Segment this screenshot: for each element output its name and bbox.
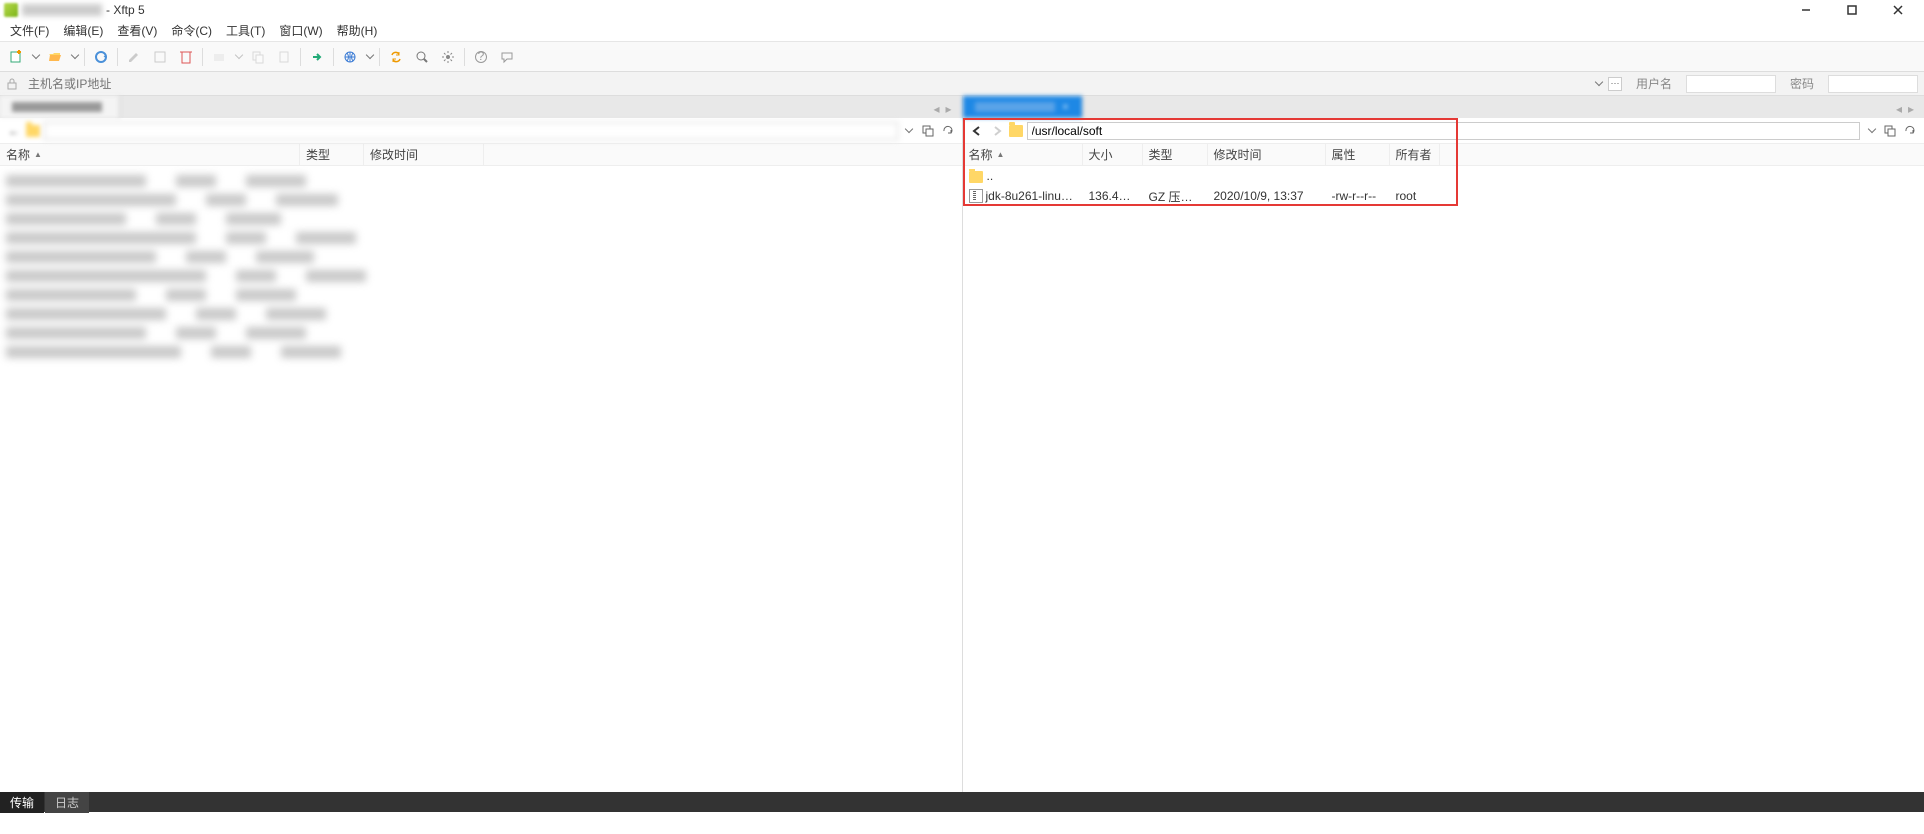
- menu-view[interactable]: 查看(V): [117, 22, 157, 39]
- password-label: 密码: [1782, 75, 1822, 92]
- status-tab-log[interactable]: 日志: [45, 792, 89, 813]
- local-file-list[interactable]: [0, 166, 962, 792]
- menubar: 文件(F) 编辑(E) 查看(V) 命令(C) 工具(T) 窗口(W) 帮助(H…: [0, 20, 1924, 42]
- username-input[interactable]: [1686, 75, 1776, 93]
- remote-col-attr[interactable]: 属性: [1326, 144, 1390, 165]
- remote-new-window-button[interactable]: [1882, 123, 1898, 139]
- remote-col-size[interactable]: 大小: [1083, 144, 1143, 165]
- tab-scroll-right[interactable]: ▸: [1908, 102, 1918, 112]
- local-tab[interactable]: [0, 96, 120, 118]
- tab-scroll-right[interactable]: ▸: [946, 102, 956, 112]
- local-new-window-button[interactable]: [920, 123, 936, 139]
- sync-button[interactable]: [386, 47, 406, 67]
- remote-col-mod[interactable]: 修改时间: [1208, 144, 1326, 165]
- session-name-blurred: [22, 4, 102, 16]
- help-button[interactable]: ?: [471, 47, 491, 67]
- properties-button[interactable]: [150, 47, 170, 67]
- remote-col-type[interactable]: 类型: [1143, 144, 1208, 165]
- remote-refresh-button[interactable]: [1902, 123, 1918, 139]
- host-dropdown[interactable]: [1595, 78, 1603, 86]
- local-pane: ◂ ▸ ← 名称▲ 类型 修改时间: [0, 96, 963, 792]
- remote-file-list[interactable]: .. jdk-8u261-linux-x64... 136.48MB GZ 压缩…: [963, 166, 1924, 792]
- remote-nav-forward[interactable]: [989, 123, 1005, 139]
- transfer-right-button[interactable]: [307, 47, 327, 67]
- svg-text:?: ?: [478, 50, 485, 63]
- menu-window[interactable]: 窗口(W): [279, 22, 322, 39]
- menu-file[interactable]: 文件(F): [10, 22, 49, 39]
- tab-scroll-left[interactable]: ◂: [934, 102, 944, 112]
- copy-button[interactable]: [248, 47, 268, 67]
- delete-button[interactable]: [176, 47, 196, 67]
- remote-pane: × ◂ ▸ 名称▲ 大小 类型 修改时间 属性 所有者 ..: [963, 96, 1924, 792]
- open-dropdown[interactable]: [71, 51, 79, 59]
- local-refresh-button[interactable]: [940, 123, 956, 139]
- username-label: 用户名: [1628, 75, 1680, 92]
- toolbar: ?: [0, 42, 1924, 72]
- folder-icon: [26, 125, 40, 137]
- new-folder-button[interactable]: [209, 47, 229, 67]
- new-folder-dropdown[interactable]: [235, 51, 243, 59]
- remote-path-input[interactable]: [1027, 122, 1861, 140]
- menu-tools[interactable]: 工具(T): [226, 22, 265, 39]
- reconnect-button[interactable]: [91, 47, 111, 67]
- folder-icon: [1009, 125, 1023, 137]
- statusbar: 传输 日志: [0, 792, 1924, 812]
- app-icon: [4, 3, 18, 17]
- local-col-mod[interactable]: 修改时间: [364, 144, 484, 165]
- minimize-button[interactable]: [1792, 1, 1820, 19]
- open-button[interactable]: [45, 47, 65, 67]
- globe-button[interactable]: [340, 47, 360, 67]
- close-button[interactable]: [1884, 1, 1912, 19]
- settings-button[interactable]: [438, 47, 458, 67]
- address-bar: ⋯ 用户名 密码: [0, 72, 1924, 96]
- tab-close-icon[interactable]: ×: [1063, 102, 1069, 113]
- status-tab-transfer[interactable]: 传输: [0, 792, 44, 813]
- new-session-dropdown[interactable]: [32, 51, 40, 59]
- local-path-input[interactable]: [44, 122, 898, 140]
- maximize-button[interactable]: [1838, 1, 1866, 19]
- menu-help[interactable]: 帮助(H): [337, 22, 378, 39]
- paste-button[interactable]: [274, 47, 294, 67]
- host-browse-button[interactable]: ⋯: [1608, 77, 1622, 91]
- app-title: - Xftp 5: [106, 3, 145, 17]
- new-session-button[interactable]: [6, 47, 26, 67]
- find-button[interactable]: [412, 47, 432, 67]
- local-col-type[interactable]: 类型: [300, 144, 364, 165]
- lock-icon: [6, 78, 18, 90]
- local-col-name[interactable]: 名称▲: [0, 144, 300, 165]
- remote-col-name[interactable]: 名称▲: [963, 144, 1083, 165]
- archive-icon: [969, 189, 983, 203]
- remote-nav-back[interactable]: [969, 123, 985, 139]
- local-nav-back[interactable]: ←: [6, 123, 22, 139]
- edit-button[interactable]: [124, 47, 144, 67]
- local-path-dropdown[interactable]: [902, 129, 916, 132]
- parent-dir-row[interactable]: ..: [963, 166, 1924, 186]
- menu-command[interactable]: 命令(C): [171, 22, 212, 39]
- remote-col-owner[interactable]: 所有者: [1390, 144, 1440, 165]
- tab-scroll-left[interactable]: ◂: [1896, 102, 1906, 112]
- password-input[interactable]: [1828, 75, 1918, 93]
- titlebar: - Xftp 5: [0, 0, 1924, 20]
- host-input[interactable]: [24, 75, 1589, 93]
- globe-dropdown[interactable]: [366, 51, 374, 59]
- table-row[interactable]: jdk-8u261-linux-x64... 136.48MB GZ 压缩文..…: [963, 186, 1924, 206]
- remote-tab[interactable]: ×: [963, 96, 1083, 118]
- menu-edit[interactable]: 编辑(E): [63, 22, 103, 39]
- feedback-button[interactable]: [497, 47, 517, 67]
- remote-path-dropdown[interactable]: [1864, 129, 1878, 132]
